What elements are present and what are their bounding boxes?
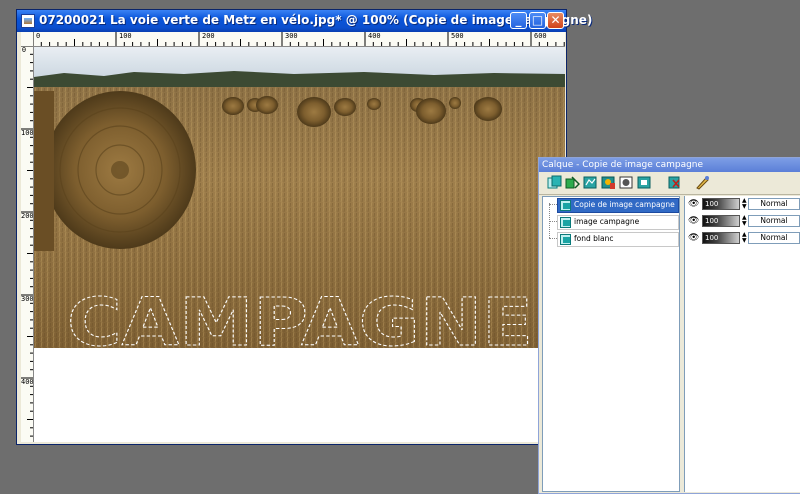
- horizontal-ruler-ticks: [33, 32, 565, 46]
- blend-mode-select[interactable]: Normal▸: [748, 198, 800, 210]
- edit-selection-icon[interactable]: [695, 175, 710, 190]
- layer-properties-column: 👁 100 ▲▼ Normal▸ 👁 100 ▲▼ Normal▸ 👁 100 …: [684, 196, 800, 492]
- new-raster-layer-icon[interactable]: [547, 175, 562, 190]
- blend-mode-value: Normal: [760, 233, 788, 242]
- layers-list[interactable]: Copie de image campagne image campagne f…: [542, 196, 680, 492]
- raster-layer-icon: [560, 217, 571, 228]
- layer-mask-icon[interactable]: [601, 175, 616, 190]
- opacity-slider[interactable]: 100: [702, 215, 740, 227]
- raster-layer-icon: [560, 234, 571, 245]
- blend-mode-value: Normal: [760, 216, 788, 225]
- selection-outline-text: CAMPAGNE: [67, 284, 533, 348]
- ruler-v-label: 300: [21, 295, 34, 303]
- layer-name: Copie de image campagne: [574, 200, 675, 209]
- ruler-h-label: 400: [368, 32, 381, 40]
- layers-toolbar: [539, 172, 800, 195]
- ruler-h-label: 100: [119, 32, 132, 40]
- opacity-spinner-icon[interactable]: ▲ ▼: [742, 232, 747, 244]
- mask-from-image-icon[interactable]: [619, 175, 634, 190]
- layer-properties-row: 👁 100 ▲▼ Normal▸: [685, 214, 800, 229]
- layer-row-copie-de-image-campagne[interactable]: Copie de image campagne: [557, 198, 679, 213]
- ruler-corner: [21, 32, 33, 46]
- ruler-v-label: 200: [21, 212, 34, 220]
- layer-properties-row: 👁 100 ▲▼ Normal▸: [685, 197, 800, 212]
- ruler-h-label: 0: [36, 32, 41, 40]
- opacity-spinner-icon[interactable]: ▲ ▼: [742, 198, 747, 210]
- ruler-h-label: 500: [451, 32, 464, 40]
- blend-mode-select[interactable]: Normal▸: [748, 215, 800, 227]
- layer-properties-row: 👁 100 ▲▼ Normal▸: [685, 231, 800, 246]
- layer-name: image campagne: [574, 217, 640, 226]
- layer-tree-branch: [549, 221, 557, 222]
- layer-name: fond blanc: [574, 234, 614, 243]
- eye-icon[interactable]: 👁: [688, 233, 700, 243]
- ruler-v-label: 100: [21, 129, 34, 137]
- ruler-h-label: 600: [534, 32, 547, 40]
- ruler-h-label: 300: [285, 32, 298, 40]
- blend-mode-select[interactable]: Normal▸: [748, 232, 800, 244]
- image-window[interactable]: 07200021 La voie verte de Metz en vélo.j…: [16, 9, 592, 445]
- new-vector-layer-icon[interactable]: [565, 175, 581, 190]
- ruler-v-label: 400: [21, 378, 34, 386]
- opacity-slider[interactable]: 100: [702, 232, 740, 244]
- eye-icon[interactable]: 👁: [688, 216, 700, 226]
- vertical-ruler[interactable]: 0 100 200 300 400: [21, 46, 34, 442]
- layers-palette-title[interactable]: Calque - Copie de image campagne: [539, 158, 800, 172]
- horizontal-ruler[interactable]: 0 100 200 300 400 500 600: [33, 32, 565, 47]
- minimize-button[interactable]: _: [510, 12, 527, 29]
- new-adjustment-layer-icon[interactable]: [583, 175, 598, 190]
- load-mask-icon[interactable]: [637, 175, 652, 190]
- image-canvas[interactable]: CAMPAGNE: [34, 47, 565, 442]
- blend-mode-value: Normal: [760, 199, 788, 208]
- close-button[interactable]: ✕: [547, 12, 564, 29]
- maximize-button[interactable]: □: [529, 12, 546, 29]
- opacity-slider[interactable]: 100: [702, 198, 740, 210]
- hay-field-photo: CAMPAGNE: [34, 47, 565, 348]
- image-window-titlebar[interactable]: 07200021 La voie verte de Metz en vélo.j…: [17, 10, 592, 32]
- layer-tree-branch: [549, 204, 557, 205]
- raster-layer-icon: [560, 200, 571, 211]
- image-file-icon: [21, 14, 35, 28]
- ruler-h-label: 200: [202, 32, 215, 40]
- layer-row-fond-blanc[interactable]: fond blanc: [557, 232, 679, 247]
- opacity-spinner-icon[interactable]: ▲ ▼: [742, 215, 747, 227]
- ruler-v-label: 0: [21, 46, 27, 54]
- delete-layer-icon[interactable]: [667, 175, 682, 190]
- layer-row-image-campagne[interactable]: image campagne: [557, 215, 679, 230]
- layer-tree-branch: [549, 238, 557, 239]
- layers-palette[interactable]: Calque - Copie de image campagne Copie d…: [538, 157, 800, 494]
- eye-icon[interactable]: 👁: [688, 199, 700, 209]
